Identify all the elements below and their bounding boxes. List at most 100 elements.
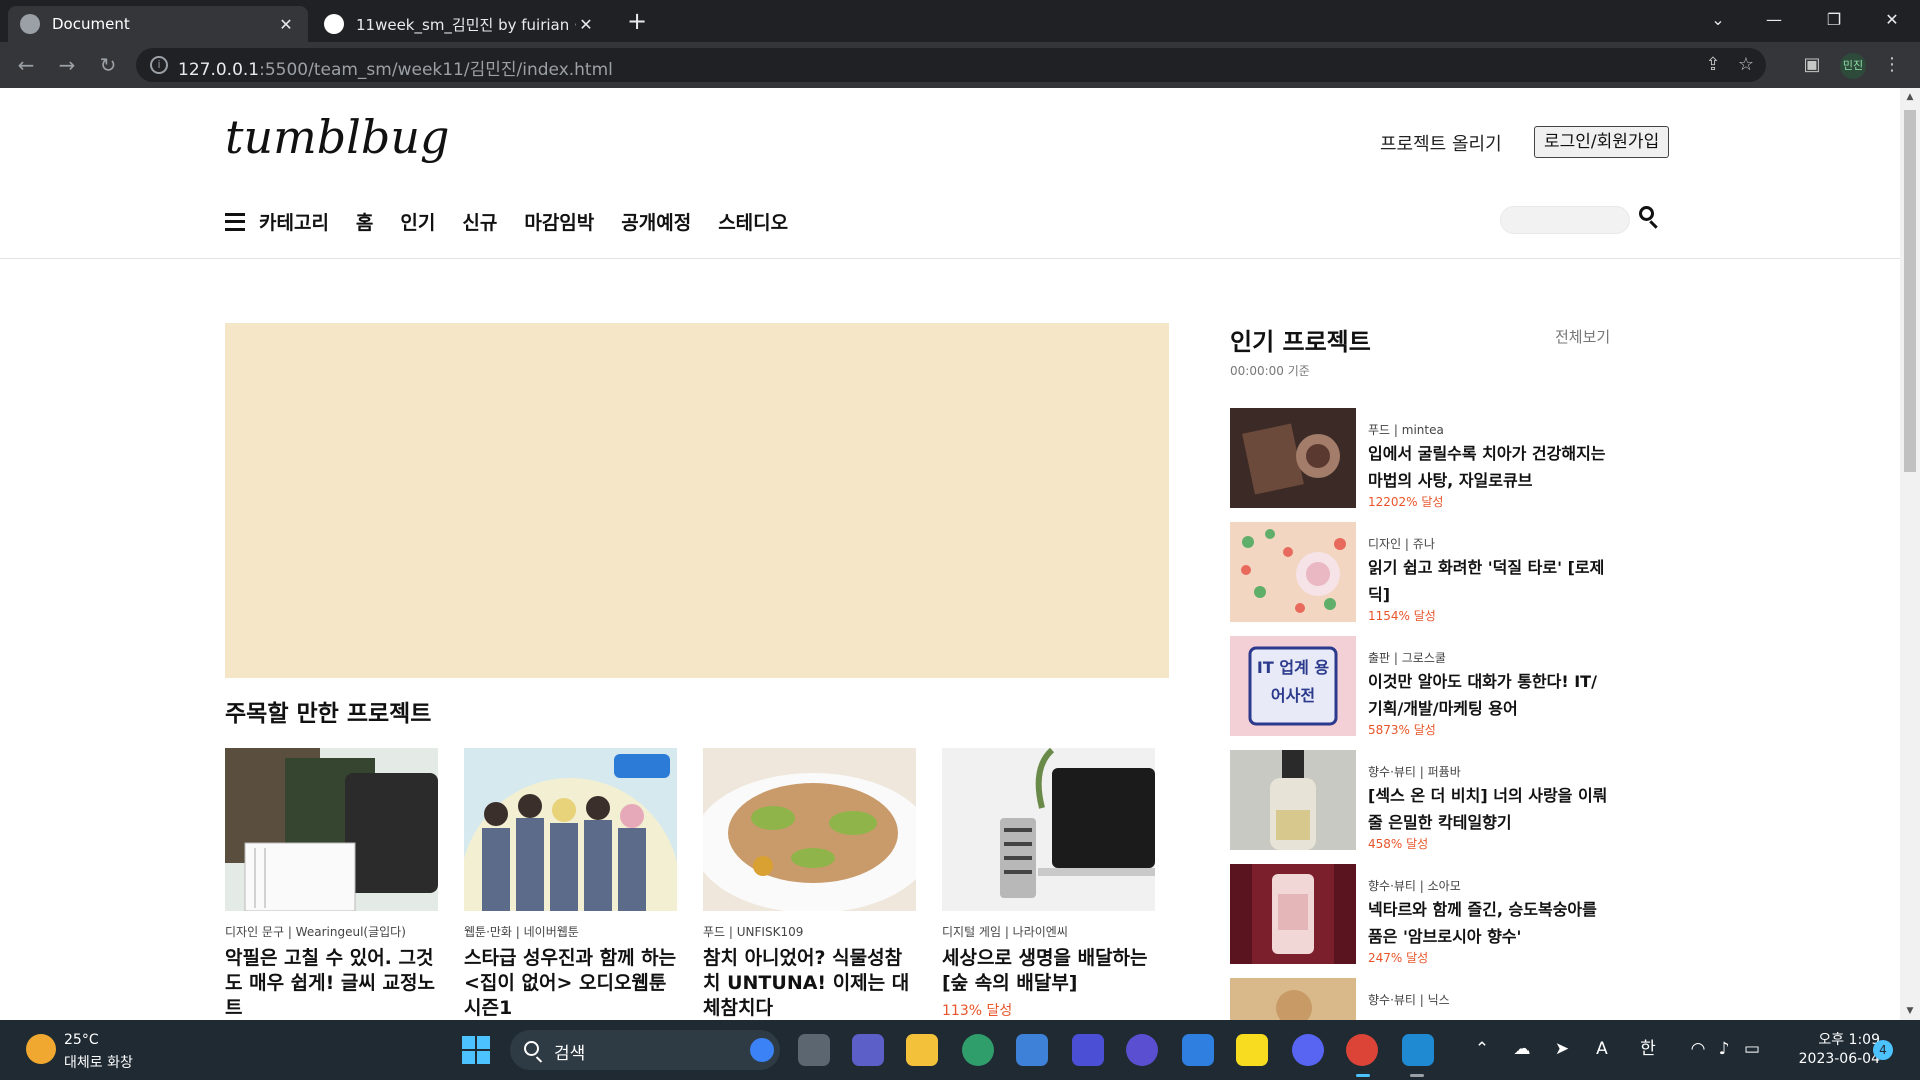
popular-thumbnail[interactable] bbox=[1230, 522, 1356, 622]
nav-home[interactable]: 홈 bbox=[356, 208, 373, 235]
store-icon[interactable] bbox=[1016, 1034, 1048, 1066]
popular-item[interactable]: 향수·뷰티 | 닉스 bbox=[1230, 978, 1630, 1020]
reload-icon[interactable]: ↻ bbox=[92, 49, 124, 81]
task-view-icon[interactable] bbox=[798, 1034, 830, 1066]
volume-icon[interactable]: ♪ bbox=[1712, 1037, 1736, 1061]
start-windows-icon[interactable] bbox=[462, 1036, 490, 1064]
popular-section-title: 인기 프로젝트 bbox=[1230, 328, 1371, 356]
project-name[interactable]: 스타급 성우진과 함께 하는 <집이 없어> 오디오웹툰 시즌1 bbox=[464, 946, 677, 1020]
taskbar-search[interactable]: 검색 bbox=[510, 1030, 780, 1070]
popular-name[interactable]: 이것만 알아도 대화가 통한다! IT/기획/개발/마케팅 용어 bbox=[1368, 668, 1608, 722]
ime-indicator[interactable]: 한 bbox=[1636, 1037, 1660, 1061]
edge-icon[interactable] bbox=[962, 1034, 994, 1066]
font-icon[interactable]: A bbox=[1590, 1037, 1614, 1061]
scroll-up-icon[interactable]: ▲ bbox=[1900, 88, 1920, 106]
onedrive-cloud-icon[interactable]: ☁ bbox=[1510, 1037, 1534, 1061]
side-panel-icon[interactable]: ▣ bbox=[1800, 53, 1824, 77]
project-card[interactable]: 디자인 문구 | Wearingeul(글입다) 악필은 고칠 수 있어. 그것… bbox=[225, 748, 438, 1020]
discord-icon[interactable] bbox=[1292, 1034, 1324, 1066]
close-tab-icon[interactable]: ✕ bbox=[276, 15, 296, 34]
scroll-down-icon[interactable]: ▼ bbox=[1900, 1002, 1920, 1020]
nav-upcoming[interactable]: 공개예정 bbox=[621, 208, 691, 235]
weather-temperature[interactable]: 25°C bbox=[64, 1032, 99, 1048]
tab-document[interactable]: Document ✕ bbox=[8, 6, 308, 42]
battery-icon[interactable]: ▭ bbox=[1740, 1037, 1764, 1061]
popular-meta: 향수·뷰티 | 닉스 bbox=[1368, 993, 1450, 1007]
tab-search-icon[interactable]: ⌄ bbox=[1690, 0, 1746, 42]
share-icon[interactable]: ⇪ bbox=[1701, 53, 1725, 77]
login-signup-button[interactable]: 로그인/회원가입 bbox=[1534, 126, 1670, 158]
scrollbar-thumb[interactable] bbox=[1904, 110, 1916, 472]
chrome-icon[interactable] bbox=[1346, 1034, 1378, 1066]
main-banner[interactable] bbox=[225, 323, 1169, 678]
project-card[interactable]: 푸드 | UNFISK109 참치 아니었어? 식물성참치 UNTUNA! 이제… bbox=[703, 748, 916, 1020]
popular-item[interactable]: IT 업계 용어사전 출판 | 그로스쿨 이것만 알아도 대화가 통한다! IT… bbox=[1230, 636, 1630, 737]
bing-icon[interactable] bbox=[750, 1038, 774, 1062]
page-scrollbar[interactable]: ▲ ▼ bbox=[1900, 88, 1920, 1020]
nav-category[interactable]: 카테고리 bbox=[259, 208, 329, 235]
weather-description[interactable]: 대체로 화창 bbox=[64, 1052, 133, 1072]
popular-item[interactable]: 푸드 | mintea 입에서 굴릴수록 치아가 건강해지는 마법의 사탕, 자… bbox=[1230, 408, 1630, 509]
popular-thumbnail[interactable]: IT 업계 용어사전 bbox=[1230, 636, 1356, 736]
address-bar[interactable]: i 127.0.0.1:5500/team_sm/week11/김민진/inde… bbox=[136, 48, 1766, 82]
popular-thumbnail[interactable] bbox=[1230, 978, 1356, 1020]
new-tab-button[interactable]: + bbox=[622, 6, 652, 36]
popular-item[interactable]: 향수·뷰티 | 퍼퓸바 [섹스 온 더 비치] 너의 사랑을 이뤄줄 은밀한 칵… bbox=[1230, 750, 1630, 851]
url-text[interactable]: 127.0.0.1:5500/team_sm/week11/김민진/index.… bbox=[178, 55, 613, 80]
chevron-up-icon[interactable]: ⌃ bbox=[1470, 1037, 1494, 1061]
profile-avatar[interactable]: 민진 bbox=[1840, 53, 1866, 79]
popular-thumbnail[interactable] bbox=[1230, 750, 1356, 850]
location-icon[interactable]: ➤ bbox=[1550, 1037, 1574, 1061]
clock-time[interactable]: 오후 1:09 bbox=[1810, 1029, 1880, 1049]
project-thumbnail[interactable] bbox=[464, 748, 677, 911]
project-thumbnail[interactable] bbox=[942, 748, 1155, 911]
back-icon[interactable]: ← bbox=[10, 49, 42, 81]
nav-popular[interactable]: 인기 bbox=[400, 208, 435, 235]
project-name[interactable]: 참치 아니었어? 식물성참치 UNTUNA! 이제는 대체참치다 bbox=[703, 946, 916, 1020]
popular-name[interactable]: [섹스 온 더 비치] 너의 사랑을 이뤄줄 은밀한 칵테일향기 bbox=[1368, 782, 1608, 836]
app-icon[interactable] bbox=[1072, 1034, 1104, 1066]
restore-icon[interactable]: ❐ bbox=[1806, 0, 1862, 42]
project-thumbnail[interactable] bbox=[225, 748, 438, 911]
project-name[interactable]: 세상으로 생명을 배달하는 [숲 속의 배달부] bbox=[942, 946, 1155, 996]
menu-dots-icon[interactable]: ⋮ bbox=[1880, 53, 1904, 77]
project-card[interactable]: 디지털 게임 | 나라이엔씨 세상으로 생명을 배달하는 [숲 속의 배달부] … bbox=[942, 748, 1155, 1020]
app-icon[interactable] bbox=[1126, 1034, 1158, 1066]
upload-project-link[interactable]: 프로젝트 올리기 bbox=[1380, 130, 1502, 156]
chrome-active-indicator bbox=[1356, 1074, 1370, 1077]
site-logo[interactable]: tumblbug bbox=[225, 110, 449, 164]
kakaotalk-icon[interactable] bbox=[1236, 1034, 1268, 1066]
wifi-icon[interactable]: ◠ bbox=[1686, 1037, 1710, 1061]
view-all-link[interactable]: 전체보기 bbox=[1555, 326, 1610, 347]
popular-thumbnail[interactable] bbox=[1230, 408, 1356, 508]
popular-name[interactable]: 읽기 쉽고 화려한 '덕질 타로' [로제딕] bbox=[1368, 554, 1608, 608]
popular-item[interactable]: 향수·뷰티 | 소아모 넥타르와 함께 즐긴, 승도복숭아를 품은 '암브로시아… bbox=[1230, 864, 1630, 965]
nav-new[interactable]: 신규 bbox=[462, 208, 497, 235]
file-explorer-icon[interactable] bbox=[906, 1034, 938, 1066]
close-window-icon[interactable]: ✕ bbox=[1864, 0, 1920, 42]
popular-name[interactable]: 입에서 굴릴수록 치아가 건강해지는 마법의 사탕, 자일로큐브 bbox=[1368, 440, 1608, 494]
project-thumbnail[interactable] bbox=[703, 748, 916, 911]
popular-name[interactable]: 넥타르와 함께 즐긴, 승도복숭아를 품은 '암브로시아 향수' bbox=[1368, 896, 1608, 950]
minimize-icon[interactable]: — bbox=[1746, 0, 1802, 42]
bing-app-icon[interactable] bbox=[1182, 1034, 1214, 1066]
forward-icon[interactable]: → bbox=[51, 49, 83, 81]
nav-closing-soon[interactable]: 마감임박 bbox=[524, 208, 594, 235]
project-card[interactable]: 웹툰·만화 | 네이버웹툰 스타급 성우진과 함께 하는 <집이 없어> 오디오… bbox=[464, 748, 677, 1020]
tab-github[interactable]: 11week_sm_김민진 by fuirian · P ✕ bbox=[312, 6, 608, 42]
search-icon[interactable] bbox=[1637, 204, 1661, 230]
teams-icon[interactable] bbox=[852, 1034, 884, 1066]
popular-thumbnail[interactable] bbox=[1230, 864, 1356, 964]
project-name[interactable]: 악필은 고칠 수 있어. 그것도 매우 쉽게! 글씨 교정노트 bbox=[225, 946, 438, 1020]
nav-studio[interactable]: 스테디오 bbox=[718, 208, 788, 235]
notification-badge[interactable]: 4 bbox=[1873, 1040, 1893, 1060]
search-input[interactable] bbox=[1500, 206, 1630, 234]
close-tab-icon[interactable]: ✕ bbox=[576, 15, 596, 34]
popular-item[interactable]: 디자인 | 쥬나 읽기 쉽고 화려한 '덕질 타로' [로제딕] 1154% 달… bbox=[1230, 522, 1630, 623]
info-icon[interactable]: i bbox=[150, 56, 168, 74]
bookmark-star-icon[interactable]: ☆ bbox=[1734, 53, 1758, 77]
clock-date[interactable]: 2023-06-04 bbox=[1780, 1051, 1880, 1067]
weather-sun-icon[interactable] bbox=[26, 1034, 56, 1064]
vscode-icon[interactable] bbox=[1402, 1034, 1434, 1066]
hamburger-menu-icon[interactable] bbox=[225, 212, 245, 231]
